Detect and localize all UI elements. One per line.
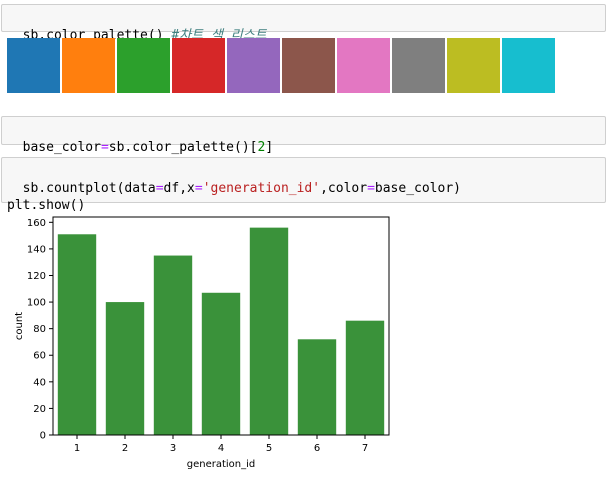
code-token: 'generation_id': [202, 181, 321, 196]
x-tick-label: 7: [362, 443, 368, 454]
y-tick-label: 100: [27, 298, 46, 309]
x-tick-label: 4: [218, 443, 224, 454]
y-tick-label: 0: [40, 431, 46, 442]
x-tick-label: 1: [74, 443, 80, 454]
code-token: =: [367, 181, 375, 196]
bar: [105, 302, 145, 435]
code-cell-countplot[interactable]: sb.countplot(data=df,x='generation_id',c…: [1, 157, 606, 213]
code-token: sb.color_palette()[: [108, 140, 258, 155]
palette-swatch: [447, 38, 500, 93]
bar: [153, 255, 193, 435]
code-line: base_color=sb.color_palette()[2]: [23, 140, 273, 155]
code-token: =: [194, 181, 203, 196]
y-axis-label: count: [14, 312, 25, 340]
code-token: df,x: [163, 181, 195, 196]
y-tick-label: 20: [33, 404, 46, 415]
color-palette-output: [7, 38, 559, 93]
code-cell-palette[interactable]: sb.color_palette() #차트 색 리스트: [1, 4, 606, 43]
y-tick-label: 140: [27, 244, 46, 255]
palette-swatch: [117, 38, 170, 93]
bar: [201, 292, 241, 435]
code-token: ,color: [320, 181, 368, 196]
y-tick-label: 60: [33, 351, 46, 362]
palette-swatch: [337, 38, 390, 93]
code-token: base_color: [22, 140, 101, 155]
bar: [297, 339, 337, 435]
x-tick-label: 3: [170, 443, 176, 454]
bar: [249, 227, 289, 435]
x-tick-label: 5: [266, 443, 272, 454]
palette-swatch: [172, 38, 225, 93]
bar: [57, 234, 97, 435]
bar: [345, 320, 385, 435]
palette-swatch: [502, 38, 555, 93]
code-cell-base-color[interactable]: base_color=sb.color_palette()[2]: [1, 116, 606, 155]
y-tick-label: 40: [33, 377, 46, 388]
y-tick-label: 80: [33, 324, 46, 335]
palette-swatch: [282, 38, 335, 93]
code-token: sb.countplot(data: [22, 181, 156, 196]
x-tick-label: 2: [122, 443, 128, 454]
code-token: =: [100, 140, 109, 155]
x-axis-label: generation_id: [187, 459, 256, 470]
palette-swatch: [7, 38, 60, 93]
y-tick-label: 120: [27, 271, 46, 282]
code-token: ]: [265, 140, 274, 155]
x-tick-label: 6: [314, 443, 320, 454]
palette-swatch: [392, 38, 445, 93]
countplot-output: 0 20 40 60 80 100 120 140 160 1 2 3 4 5 6 7 generation_i…: [0, 206, 400, 477]
code-token: =: [155, 181, 164, 196]
bar-chart: 0 20 40 60 80 100 120 140 160 1 2 3 4 5 6 7 generation_i…: [14, 216, 390, 470]
palette-swatch: [62, 38, 115, 93]
palette-swatch: [227, 38, 280, 93]
y-tick-label: 160: [27, 218, 46, 229]
